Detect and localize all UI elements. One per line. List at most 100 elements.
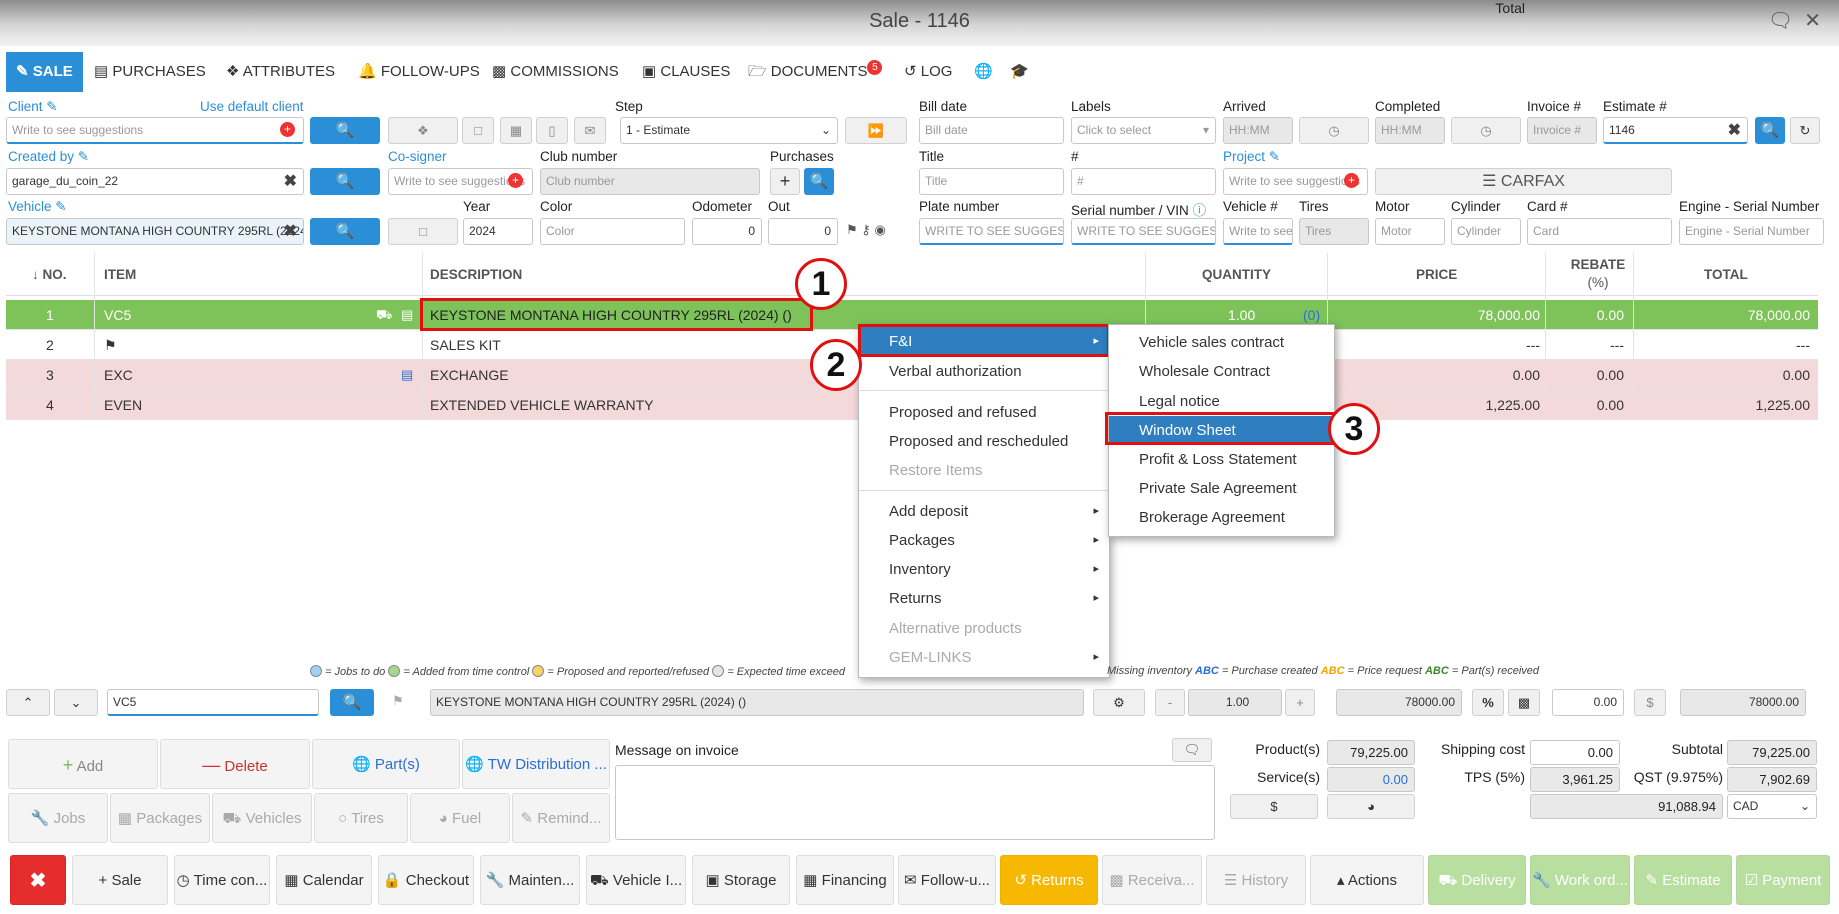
card-input[interactable]: Card <box>1527 218 1672 245</box>
vehicle-note-button[interactable]: □ <box>388 218 458 245</box>
estimate-input[interactable]: 1146 ✖ <box>1603 117 1748 144</box>
invoice-input[interactable]: Invoice # <box>1527 117 1597 144</box>
tab-follow-ups[interactable]: 🔔 FOLLOW-UPS <box>358 52 480 92</box>
tag-icon[interactable]: ⚑ <box>392 693 404 709</box>
menu-item-inventory[interactable]: Inventory ▸ <box>859 555 1109 584</box>
tw-distribution-button[interactable]: 🌐 TW Distribution ... <box>462 739 610 789</box>
pdf-icon[interactable]: ▤ <box>401 360 413 390</box>
history-button[interactable]: ☰ History <box>1206 855 1306 905</box>
col-quantity[interactable]: QUANTITY <box>1202 253 1271 296</box>
maintenance-button[interactable]: 🔧 Mainten... <box>480 855 580 905</box>
returns-button[interactable]: ↺ Returns <box>1000 855 1098 905</box>
submenu-item-brokerage[interactable]: Brokerage Agreement <box>1109 503 1334 532</box>
menu-item-proposed-rescheduled[interactable]: Proposed and rescheduled <box>859 427 1109 456</box>
step-select[interactable]: 1 - Estimate ⌄ <box>620 117 838 144</box>
menu-item-add-deposit[interactable]: Add deposit ▸ <box>859 497 1109 526</box>
rebate-input[interactable]: 0.00 <box>1552 689 1624 716</box>
title-input[interactable]: Title <box>919 168 1064 195</box>
refresh-icon[interactable]: ↻ <box>1790 117 1820 144</box>
financing-button[interactable]: ▦ Financing <box>796 855 894 905</box>
receivable-button[interactable]: ▩ Receiva... <box>1102 855 1202 905</box>
currency-select[interactable]: CAD ⌄ <box>1727 794 1817 819</box>
money-icon[interactable]: ▩ <box>1508 689 1540 716</box>
year-input[interactable]: 2024 <box>463 218 533 245</box>
number-input[interactable]: # <box>1071 168 1216 195</box>
binoculars-button[interactable]: ❖ <box>388 117 458 144</box>
eye-icon[interactable]: ◉ <box>874 222 885 237</box>
email-button[interactable]: ✉ <box>574 117 606 144</box>
sale-button[interactable]: + Sale <box>72 855 168 905</box>
col-item[interactable]: ITEM <box>104 253 136 296</box>
completed-input[interactable]: HH:MM <box>1375 117 1445 144</box>
submenu-item-private-sale[interactable]: Private Sale Agreement <box>1109 474 1334 503</box>
actions-button[interactable]: ▴ Actions <box>1310 855 1424 905</box>
color-input[interactable]: Color <box>540 218 685 245</box>
motor-input[interactable]: Motor <box>1375 218 1445 245</box>
created-by-input[interactable]: garage_du_coin_22 ✖ <box>6 168 304 195</box>
note-button[interactable]: □ <box>462 117 494 144</box>
qty-input[interactable]: 1.00 <box>1188 689 1282 716</box>
percent-button[interactable]: % <box>1472 689 1504 716</box>
key-icon[interactable]: ⚷ <box>861 222 871 237</box>
col-total[interactable]: TOTAL <box>1704 253 1748 296</box>
tab-sale[interactable]: ✎ SALE <box>6 52 83 92</box>
close-button[interactable]: ✖ <box>10 855 66 905</box>
col-price[interactable]: PRICE <box>1416 253 1457 296</box>
submenu-item-wholesale-contract[interactable]: Wholesale Contract <box>1109 357 1334 386</box>
payment-button[interactable]: ☑ Payment <box>1736 855 1830 905</box>
vehicle-number-input[interactable]: Write to see suggestions <box>1223 218 1293 245</box>
project-clear-icon[interactable]: + <box>1344 173 1359 188</box>
calendar-button[interactable]: ▦ Calendar <box>276 855 372 905</box>
bill-date-input[interactable]: Bill date <box>919 117 1064 144</box>
time-control-button[interactable]: ◷ Time con... <box>174 855 270 905</box>
comment-icon[interactable]: 🗨 <box>1172 738 1212 762</box>
tab-documents[interactable]: 🗁 DOCUMENTS 5 <box>748 52 883 92</box>
item-description-input[interactable]: KEYSTONE MONTANA HIGH COUNTRY 295RL (202… <box>430 689 1084 716</box>
add-button[interactable]: + Add <box>8 739 158 789</box>
unit-price-input[interactable]: 78000.00 <box>1336 689 1462 716</box>
submenu-item-profit-loss[interactable]: Profit & Loss Statement <box>1109 445 1334 474</box>
chat-icon[interactable]: 🗨 <box>1768 10 1793 32</box>
item-search-button[interactable]: 🔍 <box>330 689 374 716</box>
next-step-button[interactable]: ⏩ <box>845 117 907 144</box>
remind-button[interactable]: ✎ Remind... <box>512 793 610 843</box>
club-number-input[interactable]: Club number <box>540 168 760 195</box>
pie-chart-icon[interactable]: ◕ <box>1327 794 1415 819</box>
tab-clauses[interactable]: ▣ CLAUSES <box>642 52 730 92</box>
menu-item-proposed-refused[interactable]: Proposed and refused <box>859 398 1109 427</box>
estimate-button[interactable]: ✎ Estimate <box>1634 855 1732 905</box>
estimate-search-button[interactable]: 🔍 <box>1755 117 1785 144</box>
arrived-clock-icon[interactable]: ◷ <box>1299 117 1369 144</box>
tab-purchases[interactable]: ▤ PURCHASES <box>94 52 206 92</box>
cosigner-clear-icon[interactable]: + <box>508 173 523 188</box>
purchases-search-button[interactable]: 🔍 <box>804 168 834 195</box>
client-clear-icon[interactable]: + <box>280 122 295 137</box>
add-purchase-button[interactable]: + <box>770 168 800 195</box>
qty-plus-button[interactable]: + <box>1285 689 1315 716</box>
qty-minus-button[interactable]: - <box>1155 689 1185 716</box>
vehicles-button[interactable]: ⛟ Vehicles <box>212 793 312 843</box>
use-default-client-link[interactable]: Use default client <box>200 99 304 114</box>
fuel-button[interactable]: ◕ Fuel <box>410 793 510 843</box>
completed-clock-icon[interactable]: ◷ <box>1451 117 1521 144</box>
client-input[interactable]: Write to see suggestions <box>6 117 304 144</box>
car-icon[interactable]: ⛟ <box>376 300 392 330</box>
menu-item-packages[interactable]: Packages ▸ <box>859 526 1109 555</box>
tag-icon[interactable]: ⚑ <box>846 222 858 237</box>
plate-number-input[interactable]: WRITE TO SEE SUGGESTIONS <box>919 218 1064 245</box>
cylinder-input[interactable]: Cylinder <box>1451 218 1521 245</box>
checkout-button[interactable]: 🔒 Checkout <box>378 855 474 905</box>
parts-button[interactable]: 🌐 Part(s) <box>312 739 460 789</box>
carfax-button[interactable]: ☰ CARFAX <box>1375 168 1672 195</box>
move-up-button[interactable]: ⌃ <box>6 689 50 716</box>
vehicle-input[interactable]: KEYSTONE MONTANA HIGH COUNTRY 295RL (202… <box>6 218 304 245</box>
labels-select[interactable]: Click to select ▾ <box>1071 117 1216 144</box>
tab-attributes[interactable]: ❖ ATTRIBUTES <box>226 52 335 92</box>
vehicle-info-button[interactable]: ⛟ Vehicle I... <box>586 855 686 905</box>
message-textarea[interactable] <box>615 765 1215 840</box>
engine-serial-input[interactable]: Engine - Serial Number <box>1679 218 1824 245</box>
delete-button[interactable]: — Delete <box>160 739 310 789</box>
gear-icon[interactable]: ⚙ <box>1093 689 1145 716</box>
vin-input[interactable]: WRITE TO SEE SUGGESTIONS <box>1071 218 1216 245</box>
packages-button[interactable]: ▦ Packages <box>110 793 210 843</box>
